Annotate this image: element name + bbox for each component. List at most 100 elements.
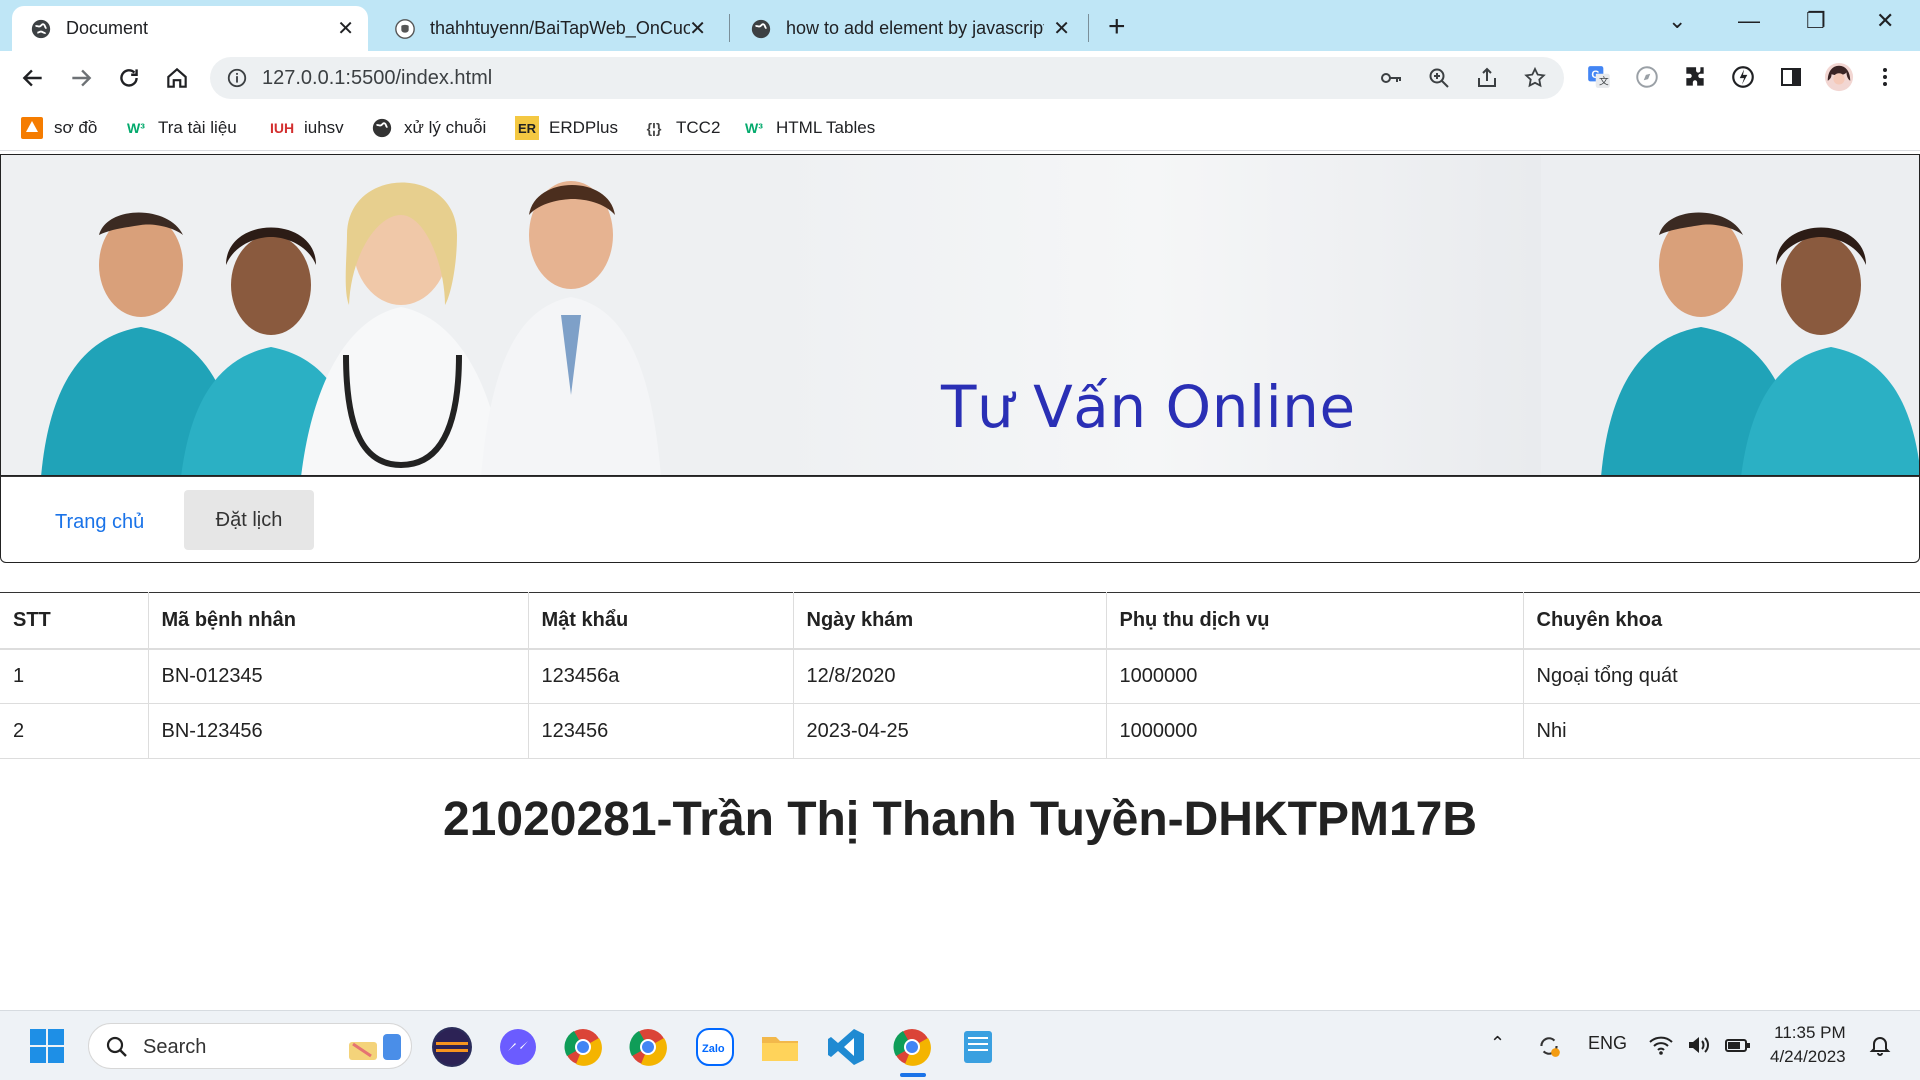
bookmark-so-do[interactable]: sơ đồ: [20, 114, 97, 142]
chrome-active-app-icon[interactable]: [892, 1027, 932, 1067]
globe-icon: [751, 19, 771, 38]
svg-text:Zalo: Zalo: [702, 1043, 725, 1055]
tab-search-icon[interactable]: ⌄: [1668, 8, 1686, 34]
messenger-app-icon[interactable]: [498, 1027, 538, 1067]
table-cell: 123456: [528, 703, 794, 759]
nav-link-trang-chu[interactable]: Trang chủ: [55, 511, 144, 534]
share-icon[interactable]: [1474, 65, 1500, 91]
patient-table: STT Mã bệnh nhân Mật khẩu Ngày khám Phụ …: [0, 592, 1920, 759]
bookmark-label: TCC2: [676, 118, 721, 137]
tab-how-to-add-element[interactable]: how to add element by javascript ✕: [732, 6, 1084, 51]
reload-icon[interactable]: [112, 61, 146, 95]
search-icon: [106, 1036, 127, 1057]
wifi-icon[interactable]: [1648, 1033, 1674, 1062]
bookmark-erdplus[interactable]: ER ERDPlus: [515, 114, 618, 142]
er-icon: ER: [515, 116, 539, 140]
back-icon[interactable]: [16, 61, 50, 95]
table-header-row: STT Mã bệnh nhân Mật khẩu Ngày khám Phụ …: [0, 592, 1920, 650]
eclipse-app-icon[interactable]: [432, 1027, 472, 1067]
active-app-indicator: [900, 1073, 926, 1077]
home-icon[interactable]: [160, 61, 194, 95]
address-bar[interactable]: 127.0.0.1:5500/index.html: [210, 57, 1564, 99]
table-cell: BN-123456: [148, 703, 529, 759]
tab-github[interactable]: thahhtuyenn/BaiTapWeb_OnCuoi ✕: [376, 6, 720, 51]
close-tab-icon[interactable]: ✕: [337, 16, 354, 41]
table-row: 2 BN-123456 123456 2023-04-25 1000000 Nh…: [0, 703, 1920, 759]
bookmark-star-icon[interactable]: [1522, 65, 1548, 91]
taskbar-search[interactable]: Search: [88, 1023, 412, 1069]
iuh-icon: IUH: [269, 120, 295, 136]
new-tab-icon[interactable]: +: [1108, 10, 1126, 44]
screen: Document ✕ thahhtuyenn/BaiTapWeb_OnCuoi …: [0, 0, 1920, 1080]
nav-button-dat-lich[interactable]: Đặt lịch: [184, 490, 314, 550]
clock[interactable]: 11:35 PM 4/24/2023: [1770, 1021, 1846, 1069]
search-highlight-icon: [349, 1034, 401, 1060]
taskbar: Search Zalo ⌃ ENG 11:35 PM 4/24/2023: [0, 1010, 1920, 1080]
sync-icon[interactable]: [1536, 1033, 1562, 1064]
tray-overflow-icon[interactable]: ⌃: [1490, 1033, 1505, 1054]
zoom-icon[interactable]: [1426, 65, 1452, 91]
tab-title: Document: [66, 18, 149, 38]
chrome-app-icon[interactable]: [563, 1027, 603, 1067]
minimize-icon[interactable]: —: [1738, 8, 1760, 34]
column-header: Chuyên khoa: [1523, 592, 1920, 650]
restore-icon[interactable]: ❐: [1806, 8, 1826, 34]
bookmark-label: ERDPlus: [549, 118, 618, 137]
notepad-app-icon[interactable]: [958, 1027, 998, 1067]
translate-icon[interactable]: G文: [1584, 62, 1614, 92]
column-header: Mã bệnh nhân: [148, 592, 529, 650]
vscode-app-icon[interactable]: [826, 1027, 866, 1067]
table-cell: BN-012345: [148, 648, 529, 704]
globe-icon: [31, 19, 51, 38]
clock-date: 4/24/2023: [1770, 1047, 1846, 1066]
windows-start-icon[interactable]: [30, 1029, 64, 1068]
banner: Tư Vấn Online: [0, 154, 1920, 476]
table-row: 1 BN-012345 123456a 12/8/2020 1000000 Ng…: [0, 648, 1920, 704]
tab-document[interactable]: Document ✕: [12, 6, 368, 51]
table-cell: 2023-04-25: [793, 703, 1107, 759]
bookmark-label: HTML Tables: [776, 118, 876, 137]
bookmark-tra-tai-lieu[interactable]: W³ Tra tài liệu: [124, 114, 237, 142]
compass-extension-icon[interactable]: [1632, 62, 1662, 92]
table-cell: 12/8/2020: [793, 648, 1107, 704]
w3-icon: W³: [127, 120, 145, 136]
clock-time: 11:35 PM: [1774, 1023, 1846, 1042]
bookmark-xu-ly-chuoi[interactable]: xử lý chuỗi: [370, 114, 486, 142]
file-explorer-app-icon[interactable]: [760, 1027, 800, 1067]
bookmark-label: xử lý chuỗi: [404, 118, 487, 137]
table-cell: Nhi: [1523, 703, 1920, 759]
bookmark-label: sơ đồ: [54, 118, 98, 137]
performance-icon[interactable]: [1728, 62, 1758, 92]
zalo-app-icon[interactable]: Zalo: [695, 1027, 735, 1067]
tab-title: how to add element by javascript: [786, 18, 1044, 38]
tab-strip: Document ✕ thahhtuyenn/BaiTapWeb_OnCuoi …: [0, 0, 1920, 51]
column-header: Mật khẩu: [528, 592, 794, 650]
close-tab-icon[interactable]: ✕: [689, 16, 706, 41]
table-cell: 2: [0, 703, 149, 759]
notifications-icon[interactable]: [1868, 1033, 1892, 1062]
menu-kebab-icon[interactable]: [1870, 62, 1900, 92]
bookmark-label: iuhsv: [304, 118, 344, 137]
bookmark-tcc2[interactable]: {¦} TCC2: [642, 114, 721, 142]
side-panel-icon[interactable]: [1776, 62, 1806, 92]
extensions-puzzle-icon[interactable]: [1680, 62, 1710, 92]
column-header: Phụ thu dịch vụ: [1106, 592, 1524, 650]
column-header: STT: [0, 592, 149, 650]
language-indicator[interactable]: ENG: [1588, 1033, 1627, 1054]
banner-title: Tư Vấn Online: [941, 373, 1356, 441]
bookmark-html-tables[interactable]: W³ HTML Tables: [742, 114, 875, 142]
bookmark-iuhsv[interactable]: IUH iuhsv: [270, 114, 344, 142]
volume-icon[interactable]: [1686, 1033, 1712, 1062]
column-header: Ngày khám: [793, 592, 1107, 650]
diagram-icon: [20, 116, 44, 140]
site-info-icon[interactable]: [224, 65, 250, 91]
chrome-profile-app-icon[interactable]: [628, 1027, 668, 1067]
site-nav: Trang chủ Đặt lịch: [0, 476, 1920, 563]
forward-icon[interactable]: [64, 61, 98, 95]
url-text: 127.0.0.1:5500/index.html: [262, 67, 493, 89]
close-tab-icon[interactable]: ✕: [1053, 16, 1070, 41]
password-key-icon[interactable]: [1378, 65, 1404, 91]
battery-icon[interactable]: [1724, 1033, 1752, 1062]
profile-avatar[interactable]: [1824, 62, 1854, 92]
close-window-icon[interactable]: ✕: [1876, 8, 1894, 34]
